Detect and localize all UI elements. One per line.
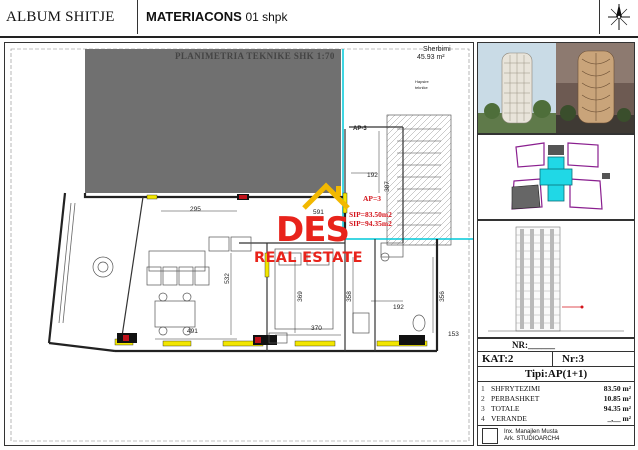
header-bar: ALBUM SHITJE MATERIACONS 01 shpk xyxy=(0,0,638,38)
building-elevation xyxy=(477,220,635,338)
sip-gross: SIP=94.35m2 xyxy=(349,219,392,228)
area-row: 1 SHFRYTEZIMI 83.50 m² xyxy=(481,384,631,393)
neighbour-block xyxy=(85,49,341,193)
stamp-box xyxy=(482,428,498,444)
stair-core xyxy=(539,156,573,202)
house-roof-icon xyxy=(302,182,350,210)
engineer-name: Inx. Manajlen Musta xyxy=(504,429,558,435)
floor-value: KAT:2 xyxy=(482,353,514,365)
area-row: 2 PERBASHKET 10.85 m² xyxy=(481,394,631,403)
tech-note-1: Hapsire xyxy=(415,79,429,84)
tech-note-2: teknike xyxy=(415,85,428,90)
apartment-number: Nr:3 xyxy=(562,353,584,365)
building-renderings xyxy=(477,42,635,134)
area-row: 3 TOTALE 94.35 m² xyxy=(481,404,631,413)
floor-marker xyxy=(580,305,584,309)
unit-number-row: NR:______ xyxy=(478,339,634,352)
service-label: Sherbimi xyxy=(423,46,451,53)
dimension-label: 358 xyxy=(345,291,353,302)
north-arrow-icon xyxy=(600,0,638,34)
area-row: 4 VERANDE _,__ m² xyxy=(481,414,631,423)
company-name-suffix: 01 shpk xyxy=(245,10,288,24)
floor-row: KAT:2 Nr:3 xyxy=(478,352,634,367)
dimension-label: 369 xyxy=(296,291,304,302)
plan-title: PLANIMETRIA TEKNIKE SHK 1:70 xyxy=(175,51,335,61)
dimension-label: 192 xyxy=(367,172,378,179)
company-name-bold: MATERIACONS xyxy=(146,9,242,24)
dimension-label: 356 xyxy=(438,291,446,302)
service-area: 45.93 m² xyxy=(417,54,445,61)
dimension-label: 491 xyxy=(187,328,198,335)
dimension-label: 153 xyxy=(448,331,459,338)
sip-net: SIP=83.50m2 xyxy=(349,210,392,219)
apartment-type: Tipi:AP(1+1) xyxy=(478,367,634,382)
dimension-label: 387 xyxy=(383,181,391,192)
logo-mark: DES xyxy=(276,210,350,250)
dimension-label: 192 xyxy=(393,304,404,311)
selected-unit xyxy=(511,184,541,210)
album-title: ALBUM SHITJE xyxy=(0,0,138,34)
area-summary: 1 SHFRYTEZIMI 83.50 m² 2 PERBASHKET 10.85 m²… xyxy=(478,382,634,426)
dimension-label: 295 xyxy=(190,206,201,213)
floor-plan-drawing xyxy=(10,48,473,442)
unit-info-table: NR:______ KAT:2 Nr:3 Tipi:AP(1+1) 1 SHFRY… xyxy=(477,338,635,446)
key-plan xyxy=(477,134,635,220)
logo-subtitle: REAL ESTATE xyxy=(254,250,363,266)
floor-plan: PLANIMETRIA TEKNIKE SHK 1:70 Sherbimi 45… xyxy=(4,42,474,446)
company-name: MATERIACONS 01 shpk xyxy=(138,0,600,34)
author-block: Inx. Manajlen Musta Ark. STUDIOARCH4 xyxy=(478,426,634,446)
apartment-tag: AP-3 xyxy=(353,126,367,132)
dimension-label: 370 xyxy=(311,325,322,332)
architect-name: Ark. STUDIOARCH4 xyxy=(504,436,560,442)
dimension-label: 532 xyxy=(223,273,231,284)
apartment-ref: AP=3 xyxy=(363,194,382,203)
